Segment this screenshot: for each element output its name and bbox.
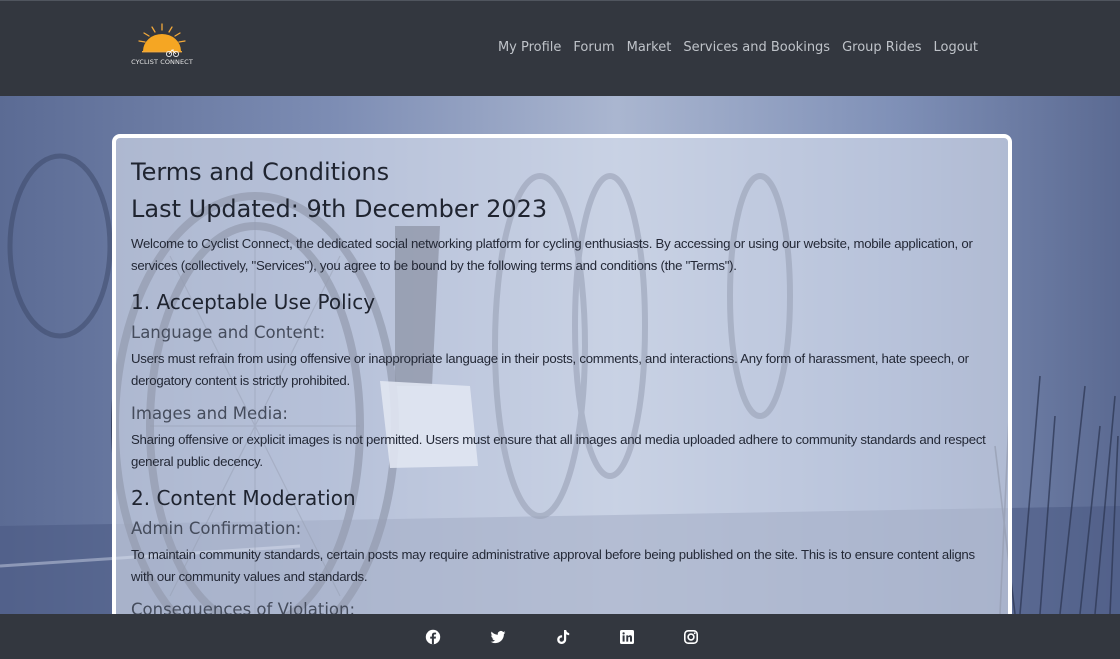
logo-text: CYCLIST CONNECT	[131, 58, 193, 66]
facebook-icon[interactable]	[425, 629, 441, 645]
nav-services-bookings[interactable]: Services and Bookings	[683, 40, 830, 55]
site-footer	[0, 614, 1120, 659]
page-title: Terms and Conditions	[131, 158, 390, 186]
site-header: CYCLIST CONNECT My Profile Forum Market …	[0, 0, 1120, 96]
terms-card: Terms and Conditions Last Updated: 9th D…	[112, 134, 1012, 624]
last-updated: Last Updated: 9th December 2023	[131, 195, 548, 223]
nav-forum[interactable]: Forum	[573, 40, 614, 55]
twitter-icon[interactable]	[490, 629, 506, 645]
images-media-heading: Images and Media:	[131, 404, 288, 423]
instagram-icon[interactable]	[683, 629, 699, 645]
terms-content: Terms and Conditions Last Updated: 9th D…	[131, 156, 989, 622]
intro-paragraph: Welcome to Cyclist Connect, the dedicate…	[131, 236, 973, 273]
tiktok-icon[interactable]	[555, 629, 571, 645]
nav-logout[interactable]: Logout	[933, 40, 978, 55]
cyclist-connect-logo[interactable]: CYCLIST CONNECT	[130, 21, 194, 71]
nav-group-rides[interactable]: Group Rides	[842, 40, 921, 55]
section-content-moderation-heading: 2. Content Moderation	[131, 486, 356, 510]
nav-my-profile[interactable]: My Profile	[498, 40, 561, 55]
language-content-heading: Language and Content:	[131, 323, 326, 342]
nav-market[interactable]: Market	[627, 40, 672, 55]
linkedin-icon[interactable]	[619, 629, 635, 645]
images-media-paragraph: Sharing offensive or explicit images is …	[131, 432, 986, 469]
admin-confirmation-paragraph: To maintain community standards, certain…	[131, 547, 975, 584]
admin-confirmation-heading: Admin Confirmation:	[131, 519, 302, 538]
section-acceptable-use-heading: 1. Acceptable Use Policy	[131, 290, 376, 314]
language-content-paragraph: Users must refrain from using offensive …	[131, 351, 969, 388]
sunrise-icon	[138, 23, 186, 57]
main-nav: My Profile Forum Market Services and Boo…	[498, 40, 978, 55]
